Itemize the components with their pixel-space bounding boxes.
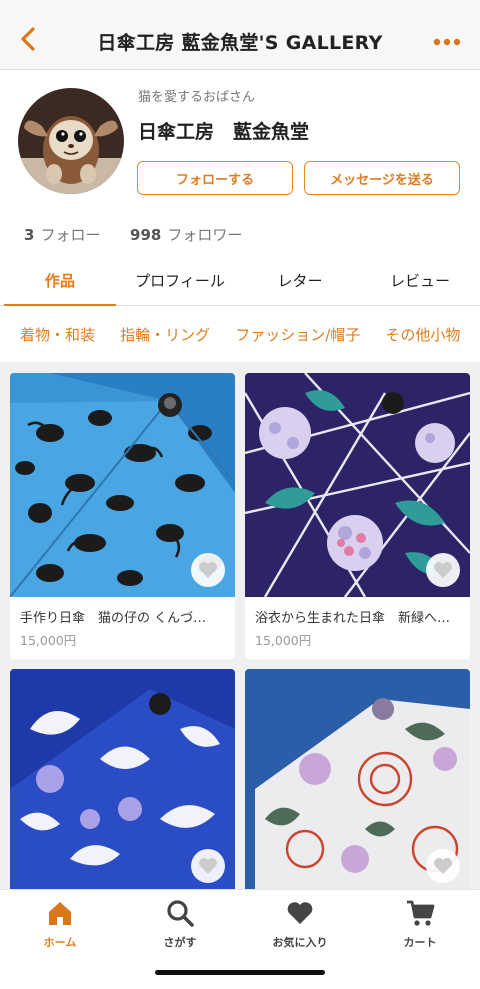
product-card[interactable] bbox=[10, 669, 235, 899]
heart-icon bbox=[199, 858, 217, 874]
profile-subtitle: 猫を愛するおばさん bbox=[138, 90, 256, 105]
product-image[interactable] bbox=[10, 669, 235, 893]
nav-home-label: ホーム bbox=[43, 936, 77, 949]
product-price: 15,000円 bbox=[255, 633, 312, 648]
tab-profile[interactable]: プロフィール bbox=[120, 256, 240, 305]
category-rings[interactable]: 指輪・リング bbox=[120, 307, 210, 362]
product-grid: 手作り日傘 猫の仔の くんづ… 15,000円 浴衣から生まれた日傘 新緑へ… … bbox=[0, 363, 480, 899]
product-image[interactable] bbox=[245, 669, 470, 893]
nav-favorites[interactable]: お気に入り bbox=[240, 898, 360, 950]
favorite-button[interactable] bbox=[191, 849, 225, 883]
product-name[interactable]: 手作り日傘 猫の仔の くんづ… bbox=[10, 597, 235, 626]
follow-stats: 3 フォロー 998 フォロワー bbox=[24, 224, 242, 245]
page-title: 日傘工房 藍金魚堂'S GALLERY bbox=[97, 32, 383, 54]
nav-search[interactable]: さがす bbox=[120, 898, 240, 950]
product-card[interactable] bbox=[245, 669, 470, 899]
tab-review[interactable]: レビュー bbox=[360, 256, 480, 305]
following-stat[interactable]: 3 フォロー bbox=[24, 226, 100, 244]
favorite-button[interactable] bbox=[426, 849, 460, 883]
favorite-button[interactable] bbox=[426, 553, 460, 587]
followers-count: 998 bbox=[130, 226, 162, 244]
following-label: フォロー bbox=[40, 226, 101, 244]
app-header: 日傘工房 藍金魚堂'S GALLERY bbox=[0, 0, 480, 70]
avatar bbox=[18, 88, 124, 194]
nav-cart-label: カート bbox=[403, 936, 437, 949]
tab-works[interactable]: 作品 bbox=[0, 256, 120, 306]
following-count: 3 bbox=[24, 226, 35, 244]
heart-icon bbox=[434, 858, 452, 874]
nav-search-label: さがす bbox=[163, 936, 197, 949]
heart-icon bbox=[199, 562, 217, 578]
nav-home[interactable]: ホーム bbox=[0, 898, 120, 950]
category-bar: 着物・和装 指輪・リング ファッション/帽子 その他小物 bbox=[0, 307, 480, 363]
product-image[interactable] bbox=[10, 373, 235, 597]
category-other-accessories[interactable]: その他小物 bbox=[385, 307, 460, 362]
follow-button[interactable]: フォローする bbox=[137, 161, 293, 195]
followers-label: フォロワー bbox=[167, 226, 243, 244]
tab-letter[interactable]: レター bbox=[240, 256, 360, 305]
nav-cart[interactable]: カート bbox=[360, 898, 480, 950]
shop-name: 日傘工房 藍金魚堂 bbox=[138, 121, 310, 143]
more-options-button[interactable] bbox=[432, 34, 462, 48]
category-kimono[interactable]: 着物・和装 bbox=[20, 307, 95, 362]
product-image[interactable] bbox=[245, 373, 470, 597]
home-icon bbox=[49, 902, 71, 925]
profile-tabs: 作品 プロフィール レター レビュー bbox=[0, 256, 480, 306]
product-card[interactable]: 手作り日傘 猫の仔の くんづ… 15,000円 bbox=[10, 373, 235, 659]
send-message-button[interactable]: メッセージを送る bbox=[304, 161, 460, 195]
category-fashion-hats[interactable]: ファッション/帽子 bbox=[235, 307, 360, 362]
cart-icon bbox=[407, 900, 435, 926]
search-icon bbox=[167, 900, 194, 927]
home-indicator[interactable] bbox=[155, 970, 325, 975]
nav-favorites-label: お気に入り bbox=[272, 936, 328, 949]
ellipsis-icon bbox=[433, 38, 461, 46]
heart-icon bbox=[287, 902, 313, 924]
product-name[interactable]: 浴衣から生まれた日傘 新緑へ… bbox=[245, 597, 470, 626]
favorite-button[interactable] bbox=[191, 553, 225, 587]
product-price: 15,000円 bbox=[20, 633, 77, 648]
product-card[interactable]: 浴衣から生まれた日傘 新緑へ… 15,000円 bbox=[245, 373, 470, 659]
heart-icon bbox=[434, 562, 452, 578]
followers-stat[interactable]: 998 フォロワー bbox=[130, 226, 242, 244]
